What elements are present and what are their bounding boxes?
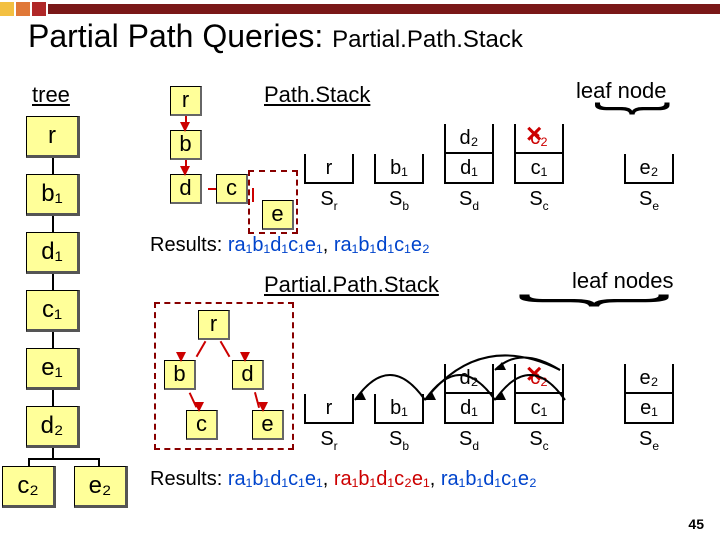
s1-cn: Sc <box>514 188 564 213</box>
s1-dn: Sd <box>444 188 494 213</box>
pathstack-label: Path.Stack <box>264 82 370 108</box>
title-main: Partial Path Queries: <box>28 18 332 54</box>
q1-c: c <box>216 174 248 204</box>
brace-2: } <box>513 294 693 307</box>
tree-b1: b₁ <box>26 174 80 216</box>
cross-1: × <box>526 118 542 150</box>
cross-2: × <box>526 358 542 390</box>
tree-d1: d₁ <box>26 232 80 274</box>
tree-d2: d₂ <box>26 406 80 448</box>
s1-d2: d₂ <box>444 124 494 154</box>
s1-bn: Sb <box>374 188 424 213</box>
tree-e1: e₁ <box>26 348 80 390</box>
tree-e2: e₂ <box>74 466 128 508</box>
s2-en: Se <box>624 428 674 453</box>
s2-d2: d₂ <box>444 364 494 394</box>
s2-r: r <box>304 394 354 424</box>
q1-d: d <box>170 174 202 204</box>
s2-e1: e₁ <box>624 394 674 424</box>
tree-c2: c₂ <box>2 466 56 508</box>
slide-number: 45 <box>688 516 704 532</box>
s2-b: b₁ <box>374 394 424 424</box>
partialpathstack-label: Partial.Path.Stack <box>264 272 439 298</box>
s2-bn: Sb <box>374 428 424 453</box>
q1-b: b <box>170 130 202 160</box>
s1-c1: c₁ <box>514 154 564 184</box>
s2-c1: c₁ <box>514 394 564 424</box>
s1-b: b₁ <box>374 154 424 184</box>
tree-c1: c₁ <box>26 290 80 332</box>
leafnodes-label: leaf nodes <box>572 268 674 294</box>
title-sub: Partial.Path.Stack <box>332 26 523 53</box>
tree-header: tree <box>32 82 70 108</box>
s2-d1: d₁ <box>444 394 494 424</box>
results-1: Results: ra₁b₁d₁c₁e₁, ra₁b₁d₁c₁e₂ <box>150 234 430 257</box>
slide-title: Partial Path Queries: Partial.Path.Stack <box>28 18 523 55</box>
s1-r: r <box>304 154 354 184</box>
results-2: Results: ra₁b₁d₁c₁e₁, ra₁b₁d₁c₂e₁, ra₁b₁… <box>150 468 537 491</box>
s1-en: Se <box>624 188 674 213</box>
q1-r: r <box>170 86 202 116</box>
s2-e2: e₂ <box>624 364 674 394</box>
leafnode-label-1: leaf node <box>576 78 667 104</box>
tree-r: r <box>26 116 80 158</box>
brace-1: } <box>592 102 682 115</box>
s2-rn: Sr <box>304 428 354 453</box>
top-decoration <box>0 0 720 18</box>
s2-cn: Sc <box>514 428 564 453</box>
s1-e: e₂ <box>624 154 674 184</box>
s2-dn: Sd <box>444 428 494 453</box>
s1-d1: d₁ <box>444 154 494 184</box>
s1-rn: Sr <box>304 188 354 213</box>
